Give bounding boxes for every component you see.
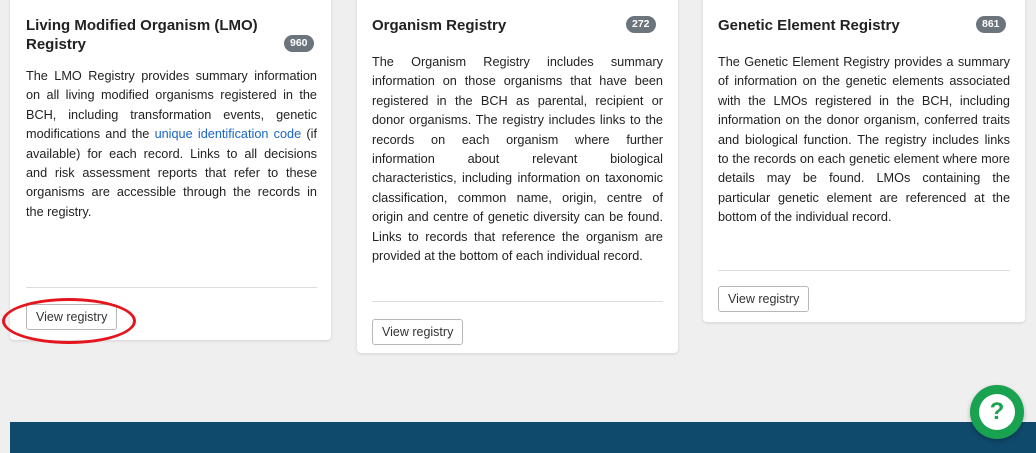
question-mark-icon: ?: [979, 394, 1015, 430]
genetic-element-registry-title: Genetic Element Registry: [718, 17, 900, 34]
lmo-view-registry-button[interactable]: View registry: [26, 304, 118, 330]
organism-view-registry-button[interactable]: View registry: [372, 319, 464, 345]
unique-identification-code-link[interactable]: unique identification code: [155, 127, 302, 141]
organism-registry-count-badge: 272: [626, 16, 656, 33]
lmo-card-divider: [26, 287, 317, 288]
genetic-element-view-registry-button[interactable]: View registry: [718, 286, 810, 312]
lmo-registry-description: The LMO Registry provides summary inform…: [26, 67, 317, 222]
help-button[interactable]: ?: [970, 385, 1024, 439]
footer-band: [10, 422, 1036, 453]
genetic-element-registry-count-badge: 861: [976, 16, 1006, 33]
lmo-registry-card: Living Modified Organism (LMO) Registry …: [10, 0, 331, 340]
organism-registry-description: The Organism Registry includes summary i…: [372, 55, 663, 264]
organism-card-divider: [372, 301, 663, 302]
lmo-registry-count-badge: 960: [284, 35, 314, 52]
genetic-element-card-divider: [718, 270, 1010, 271]
organism-registry-card: Organism Registry 272 The Organism Regis…: [357, 0, 678, 353]
genetic-element-registry-description: The Genetic Element Registry provides a …: [718, 55, 1010, 225]
organism-registry-title: Organism Registry: [372, 17, 507, 34]
lmo-registry-title: Living Modified Organism (LMO) Registry: [26, 17, 258, 53]
genetic-element-registry-card: Genetic Element Registry 861 The Genetic…: [703, 0, 1025, 322]
